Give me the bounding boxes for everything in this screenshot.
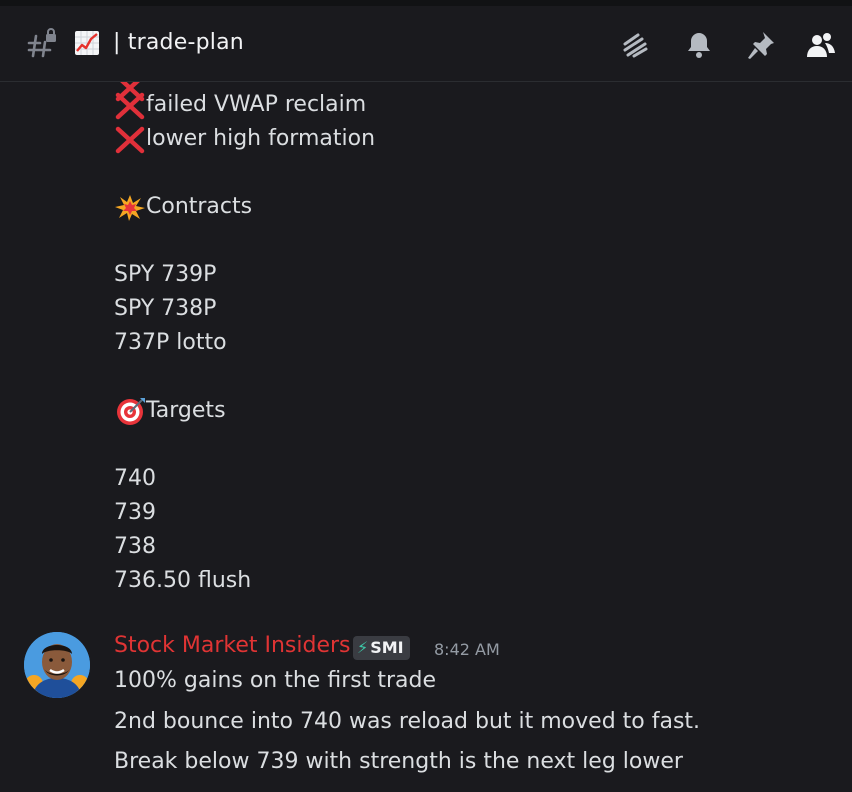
channel-title: | trade-plan bbox=[113, 30, 244, 55]
message-list: failed VWAP reclaim lower high formation… bbox=[0, 82, 852, 792]
list-item: lower high formation bbox=[114, 125, 376, 154]
chart-increasing-icon bbox=[74, 30, 100, 56]
target-line: 740 bbox=[114, 466, 156, 491]
avatar[interactable] bbox=[24, 632, 90, 698]
collision-icon bbox=[114, 193, 146, 221]
direct-hit-icon bbox=[114, 397, 146, 425]
server-tag-badge[interactable]: ⚡ SMI bbox=[353, 636, 410, 660]
members-icon[interactable] bbox=[806, 30, 836, 60]
threads-icon[interactable] bbox=[620, 30, 650, 60]
target-line: 738 bbox=[114, 534, 156, 559]
contract-line: 737P lotto bbox=[114, 330, 227, 355]
targets-heading: Targets bbox=[114, 397, 226, 425]
message-timestamp[interactable]: 8:42 AM bbox=[434, 640, 500, 659]
target-line: 739 bbox=[114, 500, 156, 525]
lightning-icon: ⚡ bbox=[357, 638, 369, 657]
target-line: 736.50 flush bbox=[114, 568, 252, 593]
message-line: 100% gains on the first trade bbox=[114, 668, 436, 693]
contract-line: SPY 738P bbox=[114, 296, 217, 321]
cross-mark-icon bbox=[114, 125, 146, 154]
bullet-text: failed VWAP reclaim bbox=[146, 92, 367, 117]
list-item: failed VWAP reclaim bbox=[114, 91, 367, 120]
bullet-text: lower high formation bbox=[146, 126, 376, 151]
channel-header: | trade-plan bbox=[0, 6, 852, 82]
pin-icon[interactable] bbox=[746, 30, 776, 60]
cross-mark-icon bbox=[114, 91, 146, 120]
message-line: Break below 739 with strength is the nex… bbox=[114, 749, 683, 774]
contract-line: SPY 739P bbox=[114, 262, 217, 287]
bell-icon[interactable] bbox=[684, 30, 714, 60]
locked-text-channel-icon bbox=[26, 28, 58, 60]
message-line: 2nd bounce into 740 was reload but it mo… bbox=[114, 709, 701, 734]
contracts-heading: Contracts bbox=[114, 193, 252, 221]
message-author[interactable]: Stock Market Insiders bbox=[114, 633, 351, 658]
